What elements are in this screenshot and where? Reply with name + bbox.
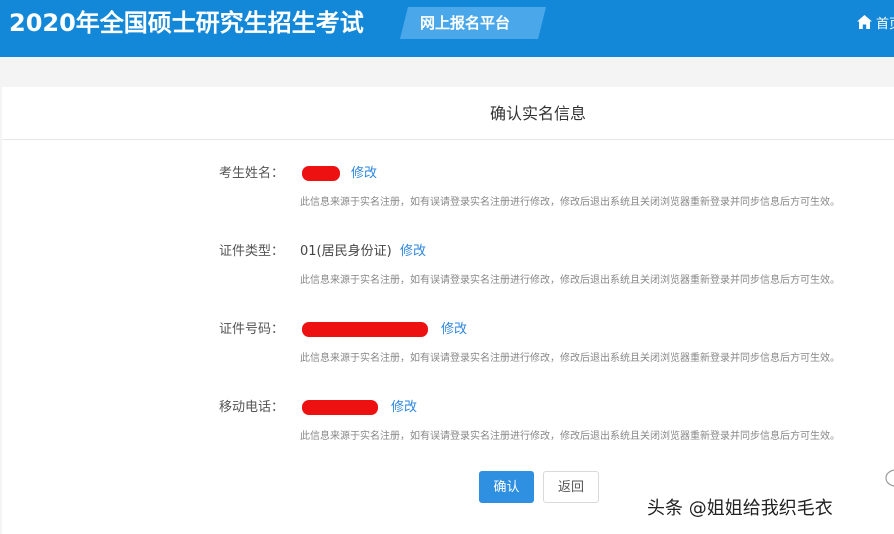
info-row-id-number: 证件号码： 修改 此信息来源于实名注册，如有误请登录实名注册进行修改，修改后退出… <box>2 320 894 380</box>
edit-id-type-link[interactable]: 修改 <box>400 242 426 262</box>
name-note: 此信息来源于实名注册，如有误请登录实名注册进行修改，修改后退出系统且关闭浏览器重… <box>300 197 840 208</box>
name-redaction <box>302 166 340 181</box>
confirm-button[interactable]: 确认 <box>479 471 534 503</box>
phone-redaction <box>302 400 378 415</box>
edit-id-number-link[interactable]: 修改 <box>441 320 467 340</box>
id-number-label: 证件号码： <box>218 322 284 337</box>
home-link[interactable]: 首页 <box>857 12 894 32</box>
back-button[interactable]: 返回 <box>543 471 599 503</box>
info-row-name: 考生姓名： 修改 此信息来源于实名注册，如有误请登录实名注册进行修改，修改后退出… <box>2 164 894 224</box>
home-link-label: 首页 <box>876 16 894 32</box>
side-scroll-handle[interactable] <box>884 468 894 488</box>
info-row-phone: 移动电话： 修改 此信息来源于实名注册，如有误请登录实名注册进行修改，修改后退出… <box>2 398 894 458</box>
id-type-value: 01(居民身份证) <box>300 244 392 259</box>
edit-name-link[interactable]: 修改 <box>351 164 377 184</box>
phone-label: 移动电话： <box>218 400 284 415</box>
id-number-redaction <box>302 322 428 337</box>
edit-phone-link[interactable]: 修改 <box>391 398 417 418</box>
top-header: 2020年全国硕士研究生招生考试 网上报名平台 首页 <box>0 0 894 57</box>
platform-label: 网上报名平台 <box>420 14 511 32</box>
name-label: 考生姓名： <box>218 166 284 181</box>
id-number-note: 此信息来源于实名注册，如有误请登录实名注册进行修改，修改后退出系统且关闭浏览器重… <box>300 353 840 364</box>
watermark-text: 头条 @姐姐给我织毛衣 <box>647 498 833 519</box>
phone-note: 此信息来源于实名注册，如有误请登录实名注册进行修改，修改后退出系统且关闭浏览器重… <box>300 431 840 442</box>
confirm-realname-card: 确认实名信息 考生姓名： 修改 此信息来源于实名注册，如有误请登录实名注册进行修… <box>2 87 894 534</box>
site-title: 2020年全国硕士研究生招生考试 <box>9 9 364 37</box>
id-type-note: 此信息来源于实名注册，如有误请登录实名注册进行修改，修改后退出系统且关闭浏览器重… <box>300 275 840 286</box>
id-type-label: 证件类型： <box>218 244 284 259</box>
info-row-id-type: 证件类型： 01(居民身份证) 修改 此信息来源于实名注册，如有误请登录实名注册… <box>2 242 894 302</box>
home-icon <box>857 15 872 29</box>
page-title: 确认实名信息 <box>2 87 894 140</box>
